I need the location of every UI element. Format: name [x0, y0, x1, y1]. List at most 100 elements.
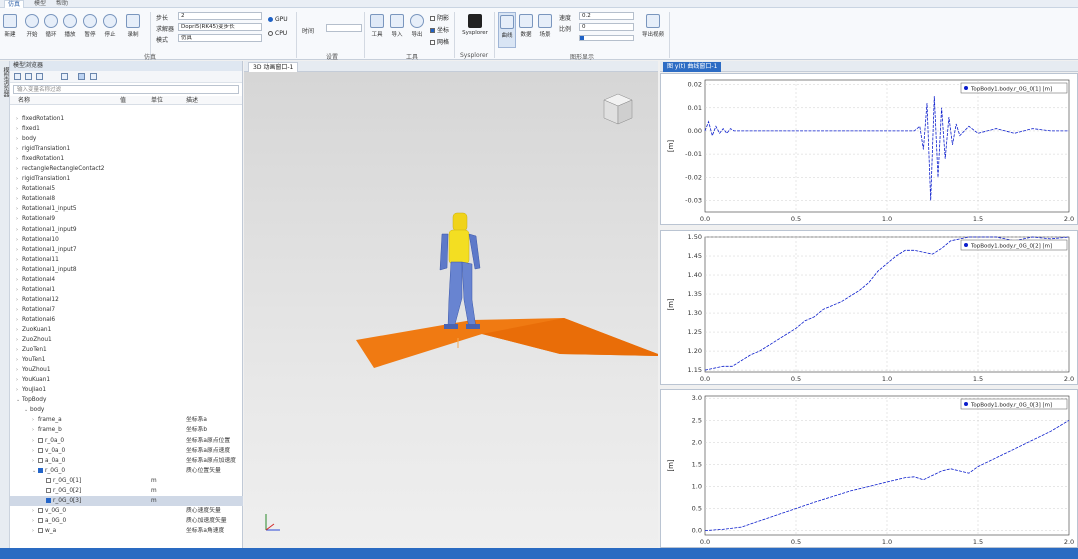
mode-select[interactable]: 仿真 — [178, 34, 262, 42]
chevron-right-icon[interactable]: › — [16, 184, 18, 194]
sysplorer-button[interactable]: Sysplorer — [458, 14, 492, 36]
tree-row[interactable]: › frame_b 坐标系b — [10, 425, 243, 435]
chevron-right-icon[interactable]: › — [16, 345, 18, 355]
record-button[interactable]: 录制 — [123, 14, 143, 38]
chart-panel-3[interactable]: 0.0 0.5 1.0 1.5 2.0 3.0 2.5 2.0 1.5 1.0 0.5 0.0 [m] T… — [660, 389, 1078, 548]
plot-button[interactable]: 曲线 — [498, 12, 516, 48]
speed-slider[interactable] — [579, 35, 634, 41]
grid-checkbox[interactable]: 网格 — [430, 37, 449, 46]
tree-row[interactable]: r_0G_0[1] m — [10, 476, 243, 486]
chevron-right-icon[interactable]: › — [16, 275, 18, 285]
tab-model[interactable]: 模型 — [34, 0, 46, 8]
chevron-right-icon[interactable]: › — [16, 245, 18, 255]
tree-row[interactable]: › Rotational1_input5 — [10, 204, 243, 214]
speed-select[interactable]: 0.2 — [579, 12, 634, 20]
tree-row[interactable]: › v_0G_0 质心速度矢量 — [10, 506, 243, 516]
chevron-right-icon[interactable]: › — [16, 235, 18, 245]
folder-icon[interactable] — [14, 73, 21, 80]
checkbox-icon[interactable] — [38, 517, 43, 523]
tree-row[interactable]: › r_0a_0 坐标系a原点位置 — [10, 436, 243, 446]
checkbox-icon[interactable] — [38, 447, 43, 453]
pause-button[interactable]: 暂停 — [82, 14, 98, 38]
scale-input[interactable]: 0 — [579, 23, 634, 31]
tab-help[interactable]: 帮助 — [56, 0, 68, 8]
chart-icon[interactable] — [61, 73, 68, 80]
column-description[interactable]: 描述 — [186, 96, 198, 105]
tree-row[interactable]: › rigidTranslation1 — [10, 174, 243, 184]
tree-row[interactable]: r_0G_0[2] m — [10, 486, 243, 496]
checkbox-icon[interactable] — [38, 507, 43, 513]
tree-row[interactable]: › Rotational1_input7 — [10, 245, 243, 255]
checkbox-checked-icon[interactable] — [38, 467, 43, 473]
chevron-right-icon[interactable]: › — [16, 385, 18, 395]
play-button[interactable]: 播放 — [62, 14, 78, 38]
scene-button[interactable]: 场景 — [537, 14, 553, 38]
column-value[interactable]: 值 — [120, 96, 126, 105]
list-icon[interactable] — [25, 73, 32, 80]
time-input[interactable] — [326, 24, 362, 32]
tree-row[interactable]: › frame_a 坐标系a — [10, 415, 243, 425]
tab-plot-window[interactable]: 图 y(t) 曲线窗口-1 — [663, 62, 722, 72]
chevron-down-icon[interactable]: ⌄ — [16, 395, 20, 405]
checkbox-icon[interactable] — [46, 487, 51, 493]
tree-row[interactable]: › Rotational8 — [10, 194, 243, 204]
chevron-right-icon[interactable]: › — [16, 114, 18, 124]
chevron-right-icon[interactable]: › — [16, 174, 18, 184]
tree-row[interactable]: › fixedRotation1 — [10, 154, 243, 164]
chevron-right-icon[interactable]: › — [16, 164, 18, 174]
chevron-right-icon[interactable]: › — [16, 255, 18, 265]
column-name[interactable]: 名称 — [18, 96, 30, 105]
chevron-right-icon[interactable]: › — [16, 365, 18, 375]
view-cube-icon[interactable] — [603, 93, 633, 125]
chevron-right-icon[interactable]: › — [16, 335, 18, 345]
tree-row[interactable]: › rectangleRectangleContact2 — [10, 164, 243, 174]
tree-row[interactable]: › Rotational7 — [10, 305, 243, 315]
tree-row[interactable]: › fixed1 — [10, 124, 243, 134]
chevron-right-icon[interactable]: › — [16, 315, 18, 325]
tree-row[interactable]: › ZuoKuan1 — [10, 325, 243, 335]
plot-mode-icon[interactable] — [78, 73, 85, 80]
tree-row[interactable]: › body — [10, 134, 243, 144]
slider-handle[interactable] — [580, 36, 584, 40]
tree-row[interactable]: › Rotational4 — [10, 275, 243, 285]
chevron-right-icon[interactable]: › — [32, 415, 34, 425]
tree-row[interactable]: › YouZhou1 — [10, 365, 243, 375]
tree-row[interactable]: › Rotational5 — [10, 184, 243, 194]
chevron-right-icon[interactable]: › — [16, 194, 18, 204]
chevron-right-icon[interactable]: › — [16, 154, 18, 164]
tree-row[interactable]: › Rotational1_input8 — [10, 265, 243, 275]
chevron-right-icon[interactable]: › — [16, 325, 18, 335]
chevron-right-icon[interactable]: › — [16, 285, 18, 295]
chevron-right-icon[interactable]: › — [32, 506, 34, 516]
checkbox-checked-icon[interactable] — [46, 497, 51, 503]
checkbox-icon[interactable] — [38, 437, 43, 443]
tree-row[interactable]: ⌄ body — [10, 405, 243, 415]
chevron-right-icon[interactable]: › — [32, 516, 34, 526]
chart-panel-1[interactable]: 0.0 0.5 1.0 1.5 2.0 0.02 0.01 0.00 -0.01 -0.02 -0.… — [660, 73, 1078, 225]
tree-row[interactable]: › w_a 坐标系a角速度 — [10, 526, 243, 536]
chevron-right-icon[interactable]: › — [16, 214, 18, 224]
chevron-right-icon[interactable]: › — [32, 436, 34, 446]
start-button[interactable]: 开始 — [24, 14, 40, 38]
chevron-down-icon[interactable]: ⌄ — [32, 466, 36, 476]
tree-row[interactable]: › fixedRotation1 — [10, 114, 243, 124]
axis-checkbox[interactable]: 坐标 — [430, 25, 449, 34]
tree-row[interactable]: › rigidTranslation1 — [10, 144, 243, 154]
tree-row[interactable]: › Rotational1_input9 — [10, 225, 243, 235]
chevron-right-icon[interactable]: › — [16, 265, 18, 275]
tree-row[interactable]: ⌄ TopBody — [10, 395, 243, 405]
tree-row[interactable]: › a_0G_0 质心加速度矢量 — [10, 516, 243, 526]
tab-simulation[interactable]: 仿真 — [4, 0, 25, 8]
tree-row[interactable]: › YouKuan1 — [10, 375, 243, 385]
tree-row[interactable]: › Rotational9 — [10, 214, 243, 224]
chevron-right-icon[interactable]: › — [16, 204, 18, 214]
tree-row[interactable]: › Rotational6 — [10, 315, 243, 325]
chevron-right-icon[interactable]: › — [32, 526, 34, 536]
tools-button[interactable]: 工具 — [369, 14, 385, 38]
tree-row[interactable]: › Rotational10 — [10, 235, 243, 245]
tree-row[interactable]: › a_0a_0 坐标系a原点加速度 — [10, 456, 243, 466]
filter-icon[interactable] — [90, 73, 97, 80]
variable-search-input[interactable]: 输入变量名称过滤 — [13, 85, 239, 94]
tree-row[interactable]: › Rotational11 — [10, 255, 243, 265]
side-dock-label[interactable]: 模型浏览器 — [1, 67, 10, 97]
